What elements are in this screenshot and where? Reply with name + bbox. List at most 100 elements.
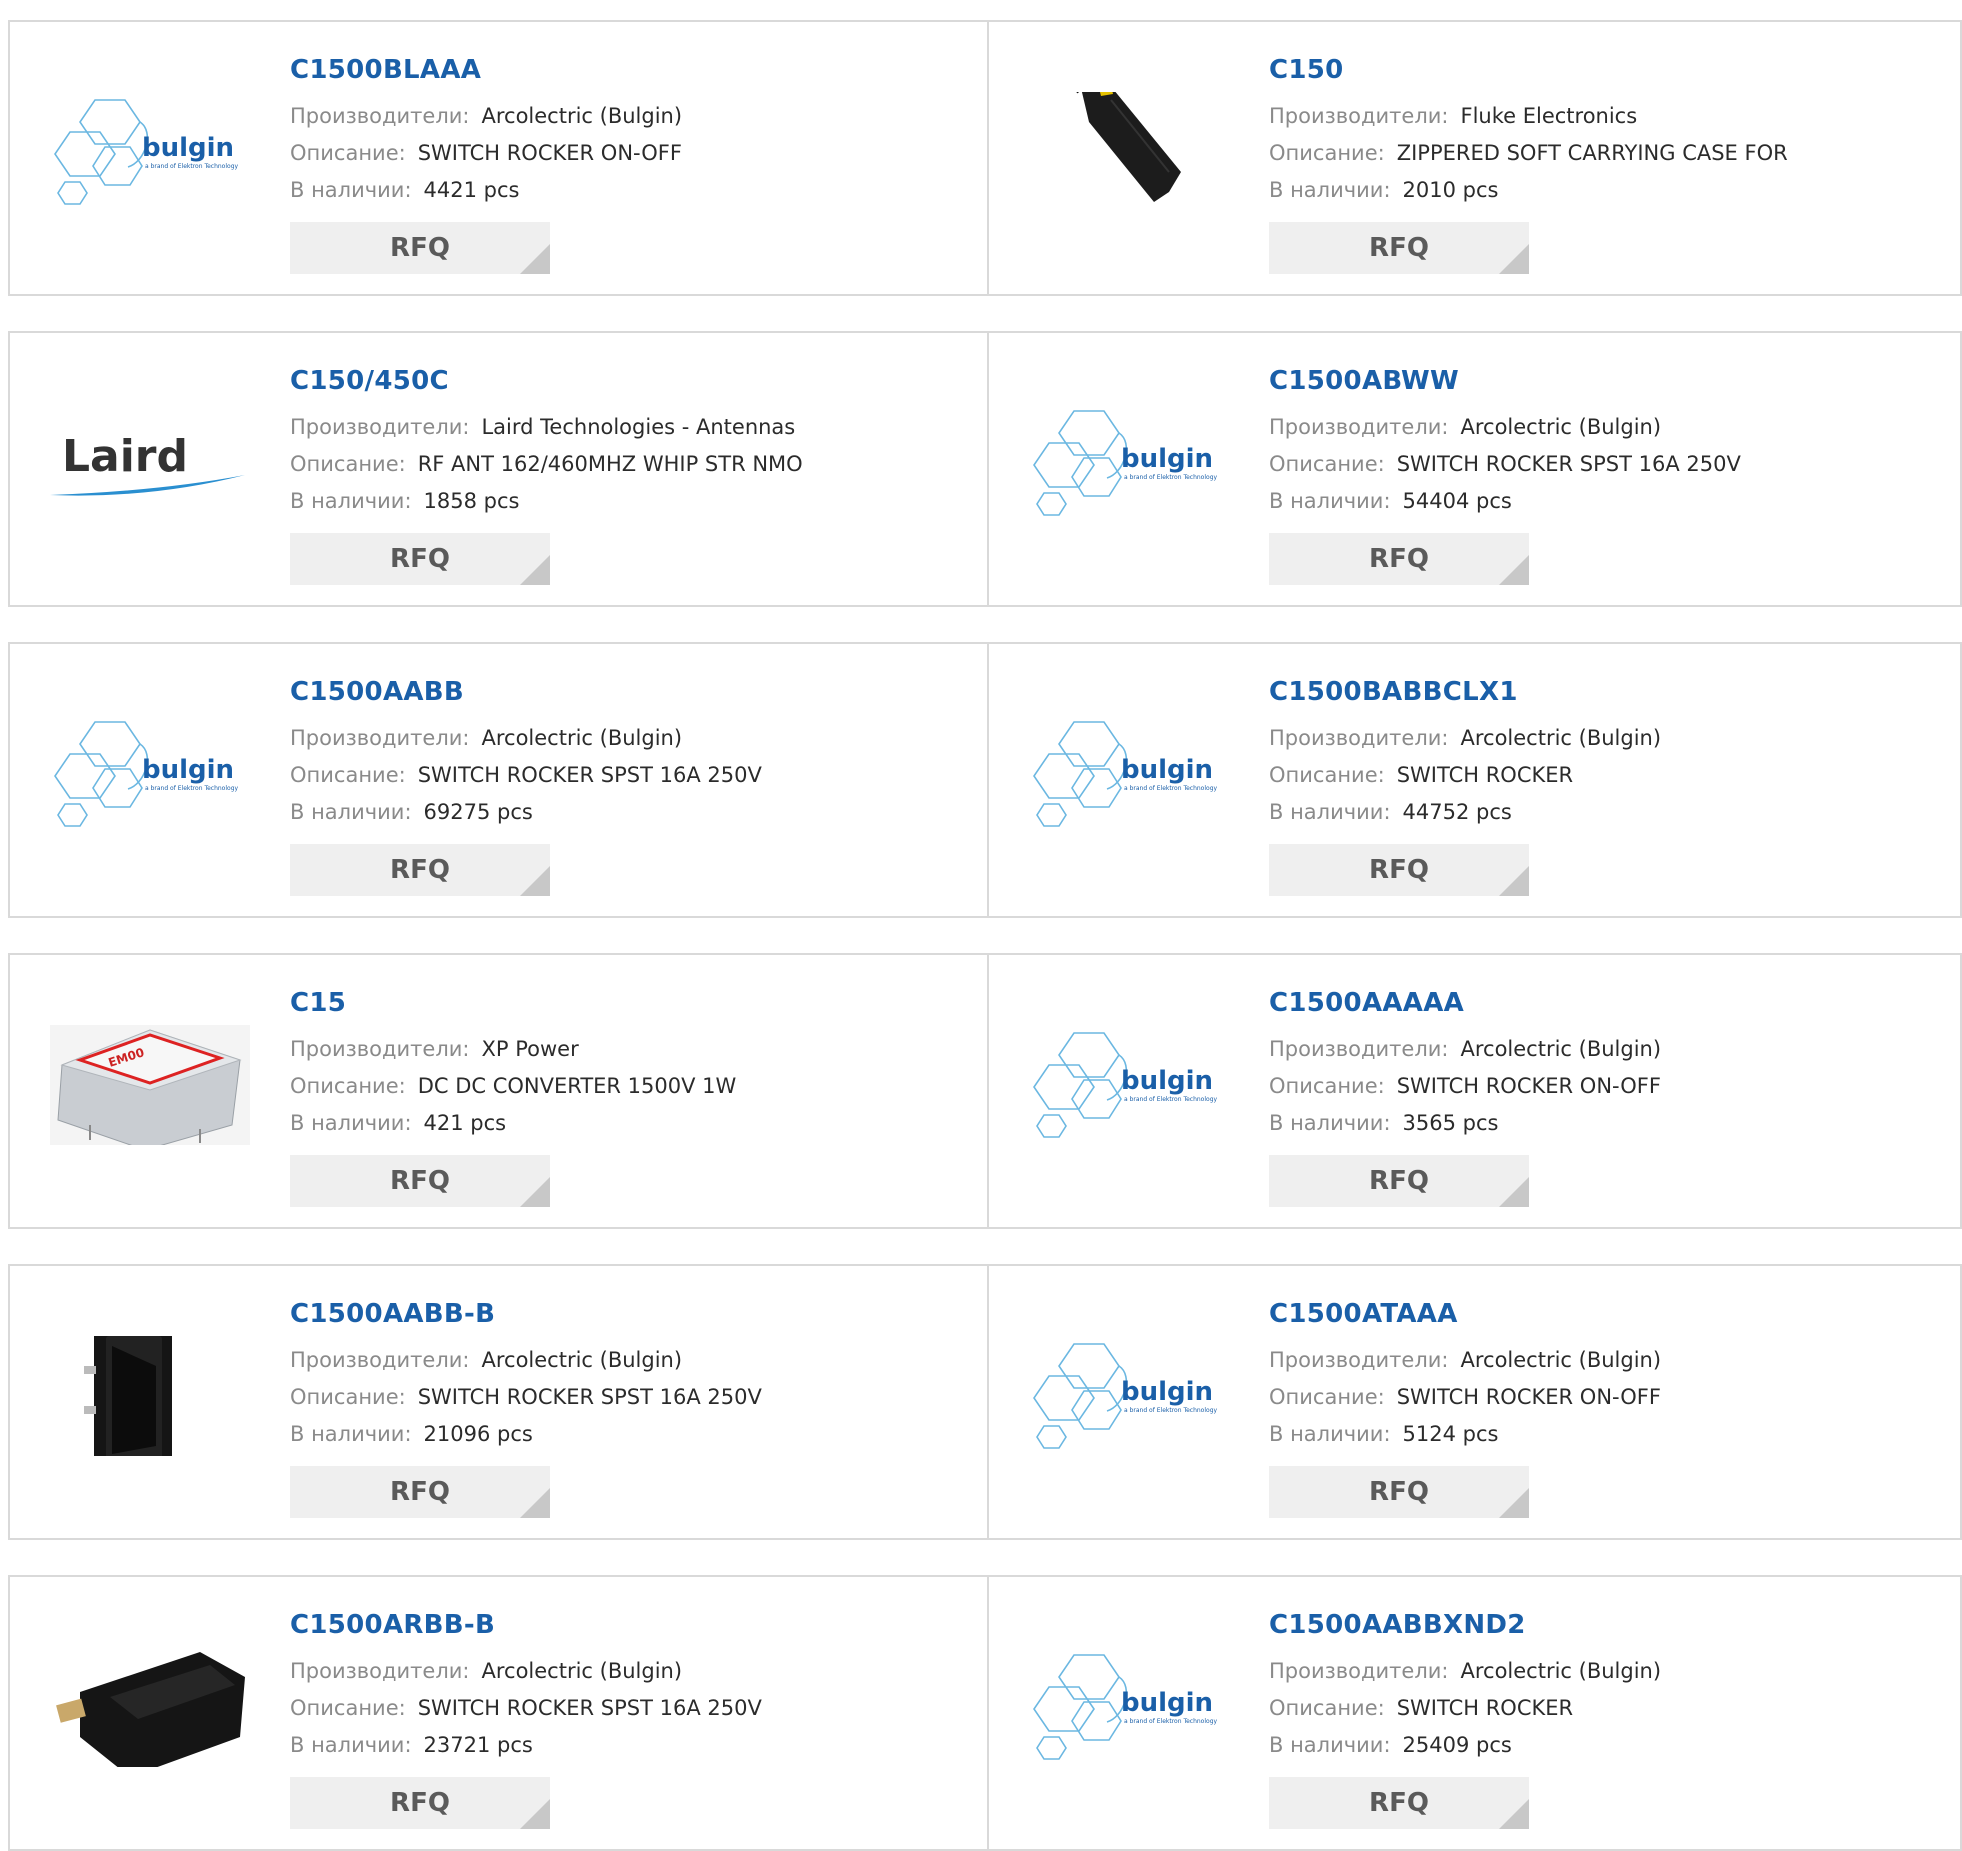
bulgin-logo[interactable]: bulgin a brand of Elektron Technology <box>1029 1647 1229 1767</box>
rfq-label: RFQ <box>1369 233 1429 263</box>
rfq-button[interactable]: RFQ <box>290 1155 550 1207</box>
part-number-link[interactable]: C150 <box>1269 52 1788 88</box>
manufacturer-label: Производители: <box>290 1348 470 1372</box>
manufacturer-label: Производители: <box>1269 726 1449 750</box>
stock-label: В наличии: <box>290 178 412 202</box>
stock-line: В наличии: 21096 pcs <box>290 1416 762 1453</box>
rfq-button[interactable]: RFQ <box>1269 533 1529 585</box>
product-card: bulgin a brand of Elektron Technology C1… <box>989 955 1962 1227</box>
part-number-link[interactable]: C1500ABWW <box>1269 363 1741 399</box>
rfq-label: RFQ <box>1369 1477 1429 1507</box>
corner-decoration <box>520 1177 550 1207</box>
rfq-label: RFQ <box>390 233 450 263</box>
corner-decoration <box>1499 1488 1529 1518</box>
manufacturer-value: Arcolectric (Bulgin) <box>481 1348 683 1372</box>
product-row: Laird C150/450C Производители: Laird Tech… <box>8 331 1962 607</box>
carrying-case-photo[interactable] <box>1029 76 1229 212</box>
description-value: SWITCH ROCKER ON-OFF <box>1396 1385 1661 1409</box>
laird-logo-text: Laird <box>62 431 188 482</box>
bulgin-logo[interactable]: bulgin a brand of Elektron Technology <box>1029 714 1229 834</box>
bulgin-logo[interactable]: bulgin a brand of Elektron Technology <box>50 714 250 834</box>
bulgin-logo-subtext: a brand of Elektron Technology <box>1124 1096 1217 1103</box>
corner-decoration <box>520 1799 550 1829</box>
manufacturer-line: Производители: Arcolectric (Bulgin) <box>290 1653 762 1690</box>
product-card: Laird C150/450C Производители: Laird Tech… <box>10 333 986 605</box>
rfq-label: RFQ <box>1369 1166 1429 1196</box>
product-card: EM00 C15 Производители: XP Power Описание… <box>10 955 986 1227</box>
description-value: SWITCH ROCKER SPST 16A 250V <box>417 1696 762 1720</box>
part-number-link[interactable]: C1500ATAAA <box>1269 1296 1661 1332</box>
rfq-button[interactable]: RFQ <box>290 533 550 585</box>
stock-line: В наличии: 1858 pcs <box>290 483 803 520</box>
description-line: Описание: SWITCH ROCKER <box>1269 757 1661 794</box>
bulgin-logo-text: bulgin <box>142 755 234 785</box>
rfq-label: RFQ <box>390 1788 450 1818</box>
rfq-button[interactable]: RFQ <box>290 1466 550 1518</box>
rfq-button[interactable]: RFQ <box>1269 222 1529 274</box>
product-card: bulgin a brand of Elektron Technology C1… <box>989 1577 1962 1849</box>
bulgin-logo[interactable]: bulgin a brand of Elektron Technology <box>50 92 250 212</box>
part-number-link[interactable]: C1500BABBCLX1 <box>1269 674 1661 710</box>
part-number-link[interactable]: C15 <box>290 985 736 1021</box>
description-label: Описание: <box>1269 1696 1385 1720</box>
description-line: Описание: SWITCH ROCKER ON-OFF <box>1269 1068 1661 1105</box>
product-card: C150 Производители: Fluke Electronics Опи… <box>989 22 1962 294</box>
rfq-button[interactable]: RFQ <box>1269 1466 1529 1518</box>
rfq-button[interactable]: RFQ <box>290 222 550 274</box>
rfq-button[interactable]: RFQ <box>290 1777 550 1829</box>
rfq-button[interactable]: RFQ <box>1269 844 1529 896</box>
laird-logo[interactable]: Laird <box>50 403 250 523</box>
bulgin-logo[interactable]: bulgin a brand of Elektron Technology <box>1029 1336 1229 1456</box>
rfq-button[interactable]: RFQ <box>1269 1155 1529 1207</box>
rocker-switch-graphic <box>84 1328 172 1468</box>
part-number-link[interactable]: C1500AABB-B <box>290 1296 762 1332</box>
manufacturer-line: Производители: Fluke Electronics <box>1269 98 1788 135</box>
bulgin-logo-text: bulgin <box>1121 1066 1213 1096</box>
part-number-link[interactable]: C1500AABBXND2 <box>1269 1607 1661 1643</box>
description-label: Описание: <box>1269 1074 1385 1098</box>
description-label: Описание: <box>290 141 406 165</box>
corner-decoration <box>520 555 550 585</box>
stock-value: 69275 pcs <box>423 800 533 824</box>
manufacturer-value: Laird Technologies - Antennas <box>481 415 796 439</box>
stock-line: В наличии: 421 pcs <box>290 1105 736 1142</box>
part-number-link[interactable]: C1500BLAAA <box>290 52 682 88</box>
part-number-link[interactable]: C1500AAAAA <box>1269 985 1661 1021</box>
part-number-link[interactable]: C1500AABB <box>290 674 762 710</box>
part-number-link[interactable]: C150/450C <box>290 363 803 399</box>
manufacturer-line: Производители: Arcolectric (Bulgin) <box>290 720 762 757</box>
rocker-switch-angled-graphic <box>56 1652 245 1777</box>
rfq-label: RFQ <box>1369 855 1429 885</box>
corner-decoration <box>1499 866 1529 896</box>
stock-value: 3565 pcs <box>1402 1111 1499 1135</box>
corner-decoration <box>1499 1177 1529 1207</box>
stock-value: 23721 pcs <box>423 1733 533 1757</box>
stock-line: В наличии: 54404 pcs <box>1269 483 1741 520</box>
manufacturer-value: Arcolectric (Bulgin) <box>1460 1659 1662 1683</box>
stock-line: В наличии: 69275 pcs <box>290 794 762 831</box>
rfq-button[interactable]: RFQ <box>1269 1777 1529 1829</box>
rfq-label: RFQ <box>390 544 450 574</box>
bulgin-logo[interactable]: bulgin a brand of Elektron Technology <box>1029 1025 1229 1145</box>
manufacturer-value: Arcolectric (Bulgin) <box>1460 415 1662 439</box>
part-number-link[interactable]: C1500ARBB-B <box>290 1607 762 1643</box>
description-label: Описание: <box>1269 452 1385 476</box>
stock-line: В наличии: 2010 pcs <box>1269 172 1788 209</box>
converter-graphic: EM00 <box>50 1015 250 1151</box>
rfq-label: RFQ <box>1369 544 1429 574</box>
stock-label: В наличии: <box>290 1733 412 1757</box>
bulgin-logo-text: bulgin <box>1121 1688 1213 1718</box>
bulgin-logo[interactable]: bulgin a brand of Elektron Technology <box>1029 403 1229 523</box>
rocker-switch-angled-photo[interactable] <box>50 1647 250 1777</box>
description-label: Описание: <box>1269 141 1385 165</box>
description-value: SWITCH ROCKER ON-OFF <box>417 141 682 165</box>
rfq-button[interactable]: RFQ <box>290 844 550 896</box>
corner-decoration <box>520 1488 550 1518</box>
stock-label: В наличии: <box>1269 1111 1391 1135</box>
stock-value: 54404 pcs <box>1402 489 1512 513</box>
converter-photo[interactable]: EM00 <box>50 1015 250 1151</box>
rocker-switch-photo[interactable] <box>50 1328 250 1468</box>
description-label: Описание: <box>290 1074 406 1098</box>
manufacturer-value: Arcolectric (Bulgin) <box>1460 1348 1662 1372</box>
manufacturer-line: Производители: Arcolectric (Bulgin) <box>1269 409 1741 446</box>
